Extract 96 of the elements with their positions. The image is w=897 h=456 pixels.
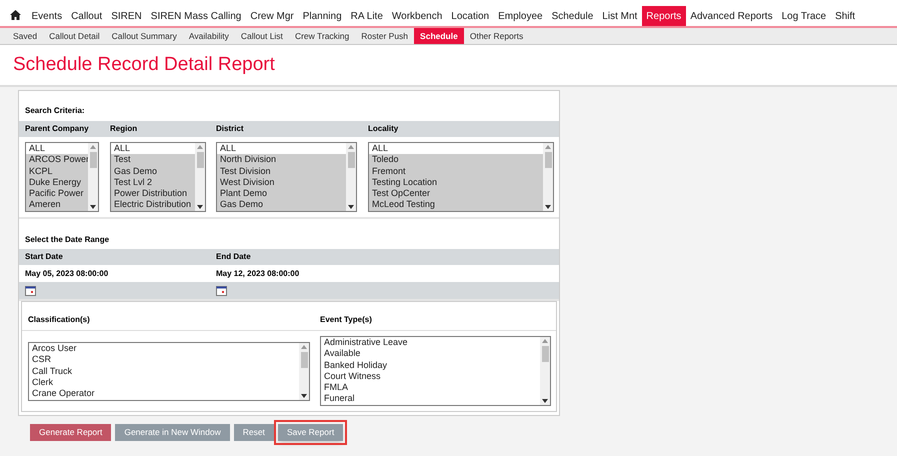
list-option[interactable]: West Division (217, 176, 346, 188)
page-title: Schedule Record Detail Report (13, 52, 275, 77)
nav-tab[interactable]: Crew Mgr (246, 6, 298, 26)
sub-nav-tab[interactable]: Availability (182, 28, 235, 44)
nav-tab[interactable]: Location (446, 6, 494, 26)
list-box[interactable]: ALL North Division Test Division West Division Plant Demo Gas Demo (216, 142, 357, 212)
column-header: Parent Company (25, 123, 90, 135)
list-option[interactable]: Fremont (369, 166, 543, 177)
column-header: District (216, 123, 245, 135)
list-option[interactable]: ALL (369, 143, 543, 154)
scroll-up-icon[interactable] (197, 145, 203, 149)
list-option[interactable]: Test (111, 154, 195, 166)
list-box[interactable]: ALL Test Gas Demo Test Lvl 2 Power Distribution Electric Distribution (110, 142, 206, 212)
action-button[interactable]: Generate Report (30, 424, 112, 441)
nav-tab[interactable]: RA Lite (346, 6, 388, 26)
scroll-thumb[interactable] (348, 152, 354, 168)
list-option[interactable]: Ameren (26, 199, 88, 211)
sub-nav-tab[interactable]: Callout List (234, 28, 289, 44)
nav-tab[interactable]: Workbench (387, 6, 447, 26)
list-option[interactable]: ALL (217, 143, 346, 154)
list-option[interactable]: Testing Location (369, 176, 543, 188)
nav-tab[interactable]: List Mnt (598, 6, 642, 26)
nav-tab[interactable]: Callout (66, 6, 107, 26)
sub-nav-tab[interactable]: Other Reports (464, 28, 530, 44)
scroll-up-icon[interactable] (301, 345, 307, 349)
sub-nav-tab[interactable]: Crew Tracking (288, 28, 356, 44)
date-value: May 05, 2023 08:00:00 (25, 268, 110, 280)
list-option[interactable]: Test Lvl 2 (111, 176, 195, 188)
home-icon[interactable] (10, 10, 21, 20)
scroll-thumb[interactable] (542, 346, 548, 362)
list-option[interactable]: Gas Demo (217, 199, 346, 211)
sub-nav-tab[interactable]: Roster Push (355, 28, 414, 44)
nav-tab[interactable]: Shift (830, 6, 860, 26)
section-heading: Search Criteria: (24, 105, 86, 117)
scrollbar[interactable] (346, 143, 356, 211)
list-option[interactable]: KCPL (26, 166, 88, 177)
scroll-up-icon[interactable] (542, 339, 548, 343)
list-option[interactable]: Electric Distribution (111, 199, 195, 211)
list-option[interactable]: Test Division (217, 166, 346, 177)
list-option[interactable]: Test OpCenter (369, 188, 543, 200)
scroll-thumb[interactable] (300, 352, 308, 368)
calendar-icon[interactable] (216, 286, 227, 296)
scroll-up-icon[interactable] (545, 145, 551, 149)
column-header: Classification(s) (28, 314, 91, 326)
scroll-down-icon[interactable] (301, 394, 307, 398)
list-option[interactable]: ARCOS Power (26, 154, 88, 166)
scrollbar[interactable] (540, 337, 550, 405)
column-header: Region (110, 123, 138, 135)
scroll-down-icon[interactable] (348, 205, 354, 209)
list-box[interactable]: Administrative Leave Available Banked Holiday Court Witness FMLA Funeral (320, 336, 551, 406)
nav-tab[interactable]: Schedule (547, 6, 598, 26)
scroll-down-icon[interactable] (545, 205, 551, 209)
list-option[interactable]: Duke Energy (26, 176, 88, 188)
nav-tab[interactable]: Reports (642, 6, 686, 26)
scroll-thumb[interactable] (90, 152, 96, 168)
nav-tab[interactable]: Employee (494, 6, 548, 26)
list-option[interactable]: Toledo (369, 154, 543, 166)
scrollbar[interactable] (299, 343, 309, 400)
section-heading: Select the Date Range (24, 234, 110, 246)
date-value: May 12, 2023 08:00:00 (216, 268, 300, 280)
nav-tab[interactable]: Log Trace (777, 6, 831, 26)
scrollbar[interactable] (543, 143, 553, 211)
list-box[interactable]: Arcos User CSR Call Truck Clerk Crane Operator (28, 342, 310, 401)
scroll-down-icon[interactable] (197, 205, 203, 209)
list-option[interactable]: ALL (111, 143, 195, 154)
scroll-thumb[interactable] (196, 152, 204, 168)
scroll-up-icon[interactable] (348, 145, 354, 149)
column-header: Event Type(s) (320, 314, 372, 326)
nav-tab[interactable]: Planning (298, 6, 346, 26)
scroll-down-icon[interactable] (542, 399, 548, 403)
column-header: End Date (216, 251, 251, 263)
nav-tab[interactable]: Advanced Reports (686, 6, 778, 26)
sub-nav-tab[interactable]: Schedule (414, 28, 464, 44)
scroll-thumb[interactable] (544, 152, 552, 168)
list-option[interactable]: McLeod Testing (369, 199, 543, 211)
nav-tab[interactable]: SIREN (106, 6, 146, 26)
list-option[interactable]: Gas Demo (111, 166, 195, 177)
scroll-up-icon[interactable] (90, 145, 96, 149)
column-header: Start Date (25, 251, 64, 263)
list-box[interactable]: ALL Toledo Fremont Testing Location Test OpCenter McLeod Testing (368, 142, 554, 212)
column-header: Locality (368, 123, 400, 135)
nav-tab[interactable]: SIREN Mass Calling (146, 6, 246, 26)
list-option[interactable]: Plant Demo (217, 188, 346, 200)
calendar-icon[interactable] (25, 286, 36, 296)
list-option[interactable]: Pacific Power (26, 188, 88, 200)
scroll-down-icon[interactable] (90, 205, 96, 209)
sub-nav-tab[interactable]: Callout Summary (106, 28, 183, 44)
list-option[interactable]: North Division (217, 154, 346, 166)
scrollbar[interactable] (195, 143, 205, 211)
list-option[interactable]: ALL (26, 143, 88, 154)
sub-nav-tab[interactable]: Saved (7, 28, 44, 44)
sub-nav-tab[interactable]: Callout Detail (43, 28, 106, 44)
scrollbar[interactable] (88, 143, 98, 211)
list-box[interactable]: ALL ARCOS Power KCPL Duke Energy Pacific Power Ameren (25, 142, 99, 212)
nav-tab[interactable]: Events (27, 6, 67, 26)
list-option[interactable]: Power Distribution (111, 188, 195, 200)
